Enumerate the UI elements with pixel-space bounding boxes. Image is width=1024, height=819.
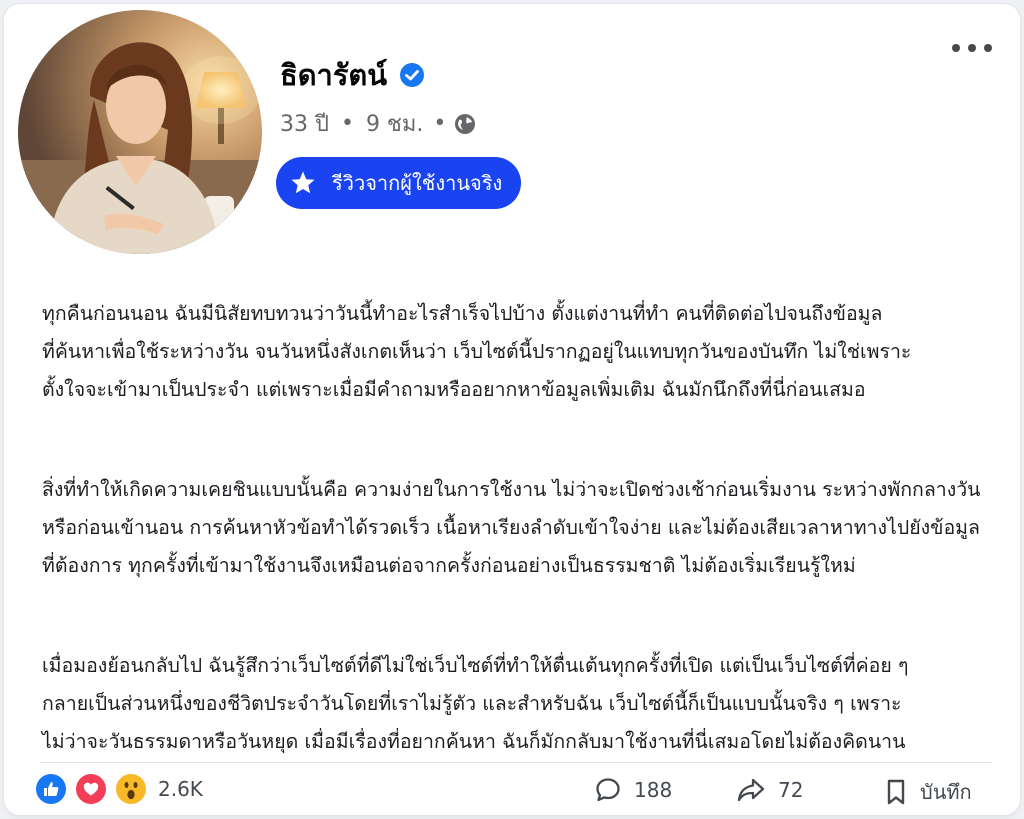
author-name[interactable]: ธิดารัตน์ xyxy=(280,52,387,98)
comment-count: 188 xyxy=(634,778,673,802)
post-line: ไม่ว่าจะวันธรรมดาหรือวันหยุด เมื่อมีเรื่… xyxy=(42,730,906,753)
post-line: ที่ค้นหาเพื่อใช้ระหว่างวัน จนวันหนึ่งสัง… xyxy=(42,340,912,363)
save-label: บันทึก xyxy=(920,780,972,804)
bookmark-icon xyxy=(887,779,905,805)
post-body: ทุกคืนก่อนนอน ฉันมีนิสัยทบทวนว่าวันนี้ทำ… xyxy=(42,295,1002,761)
post-paragraph: สิ่งที่ทำให้เกิดความเคยชินแบบนั้นคือ ควา… xyxy=(42,471,1002,585)
more-options-icon-dot xyxy=(984,44,992,52)
like-icon xyxy=(36,774,66,804)
star-icon xyxy=(291,171,315,194)
reaction-count: 2.6K xyxy=(158,777,203,801)
avatar[interactable] xyxy=(18,10,262,254)
avatar-image xyxy=(18,10,262,254)
meta-separator: • xyxy=(340,111,354,136)
author-age: 33 ปี xyxy=(280,112,329,137)
footer-divider xyxy=(40,762,992,763)
reactions-summary[interactable]: 2.6K xyxy=(36,774,203,804)
post-paragraph: เมื่อมองย้อนกลับไป ฉันรู้สึกว่าเว็บไซต์ท… xyxy=(42,647,1002,761)
post-line: เมื่อมองย้อนกลับไป ฉันรู้สึกว่าเว็บไซต์ท… xyxy=(42,654,909,677)
share-button[interactable]: 72 xyxy=(736,776,803,804)
comment-button[interactable]: 188 xyxy=(594,776,672,804)
more-options-icon xyxy=(952,44,960,52)
post-line: กลายเป็นส่วนหนึ่งของชีวิตประจำวันโดยที่เ… xyxy=(42,692,902,715)
verified-badge-icon xyxy=(400,63,425,87)
review-badge-label: รีวิวจากผู้ใช้งานจริง xyxy=(332,171,503,195)
wow-icon xyxy=(116,774,146,804)
real-user-review-badge[interactable]: รีวิวจากผู้ใช้งานจริง xyxy=(276,157,521,209)
more-options-icon-dot xyxy=(968,44,976,52)
more-options-button[interactable] xyxy=(952,38,992,58)
post-line: ที่ต้องการ ทุกครั้งที่เข้ามาใช้งานจึงเหม… xyxy=(42,554,856,577)
author-row: ธิดารัตน์ xyxy=(280,52,425,98)
post-line: สิ่งที่ทำให้เกิดความเคยชินแบบนั้นคือ ควา… xyxy=(42,478,981,501)
share-count: 72 xyxy=(778,778,804,802)
post-line: หรือก่อนเข้านอน การค้นหาหัวข้อทำได้รวดเร… xyxy=(42,516,980,539)
comment-icon xyxy=(596,778,620,802)
love-icon xyxy=(76,774,106,804)
post-paragraph: ทุกคืนก่อนนอน ฉันมีนิสัยทบทวนว่าวันนี้ทำ… xyxy=(42,295,1002,409)
globe-icon xyxy=(455,113,476,134)
save-button[interactable]: บันทึก xyxy=(884,776,972,808)
post-line: ตั้งใจจะเข้ามาเป็นประจำ แต่เพราะเมื่อมีค… xyxy=(42,378,866,401)
post-meta: 33 ปี • 9 ชม. • xyxy=(280,106,476,141)
share-icon xyxy=(737,778,765,802)
post-card: ธิดารัตน์ 33 ปี • 9 ชม. • รีวิวจากผู้ใช้… xyxy=(4,4,1020,815)
post-time[interactable]: 9 ชม. xyxy=(366,106,423,141)
post-line: ทุกคืนก่อนนอน ฉันมีนิสัยทบทวนว่าวันนี้ทำ… xyxy=(42,302,883,325)
post-footer: 2.6K 188 72 บันทึก xyxy=(4,766,1020,815)
meta-separator: • xyxy=(433,111,447,136)
